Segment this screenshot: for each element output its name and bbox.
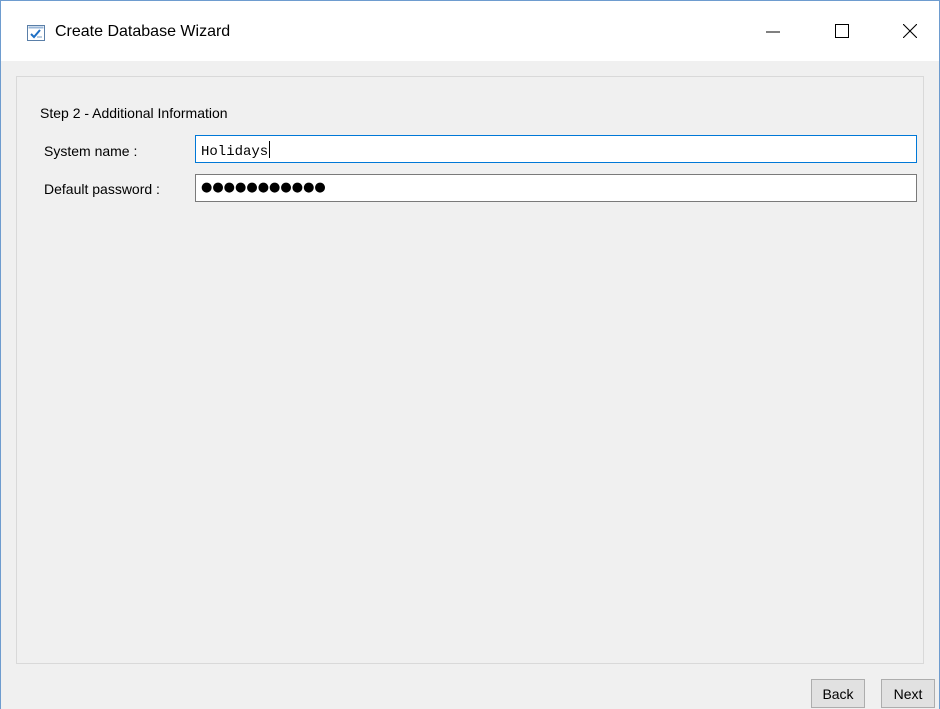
default-password-value: ●●●●●●●●●●● bbox=[201, 180, 326, 195]
system-name-input[interactable]: Holidays bbox=[195, 135, 917, 163]
wizard-window: Create Database Wizard Step 2 - Addition… bbox=[0, 0, 940, 709]
text-caret bbox=[269, 141, 271, 158]
default-password-label: Default password : bbox=[44, 181, 160, 197]
wizard-checklist-icon bbox=[27, 25, 45, 41]
maximize-icon bbox=[835, 24, 849, 38]
system-name-label: System name : bbox=[44, 143, 138, 159]
next-button[interactable]: Next bbox=[881, 679, 935, 708]
maximize-button[interactable] bbox=[819, 1, 865, 61]
title-bar[interactable]: Create Database Wizard bbox=[1, 1, 939, 61]
minimize-icon bbox=[766, 24, 780, 38]
window-title: Create Database Wizard bbox=[55, 23, 231, 40]
close-button[interactable] bbox=[887, 1, 933, 61]
back-button[interactable]: Back bbox=[811, 679, 865, 708]
close-icon bbox=[903, 24, 917, 38]
wizard-content-panel: Step 2 - Additional Information System n… bbox=[16, 76, 924, 664]
system-name-value: Holidays bbox=[201, 144, 269, 160]
minimize-button[interactable] bbox=[750, 1, 796, 61]
default-password-input[interactable]: ●●●●●●●●●●● bbox=[195, 174, 917, 202]
step-title: Step 2 - Additional Information bbox=[40, 105, 228, 121]
